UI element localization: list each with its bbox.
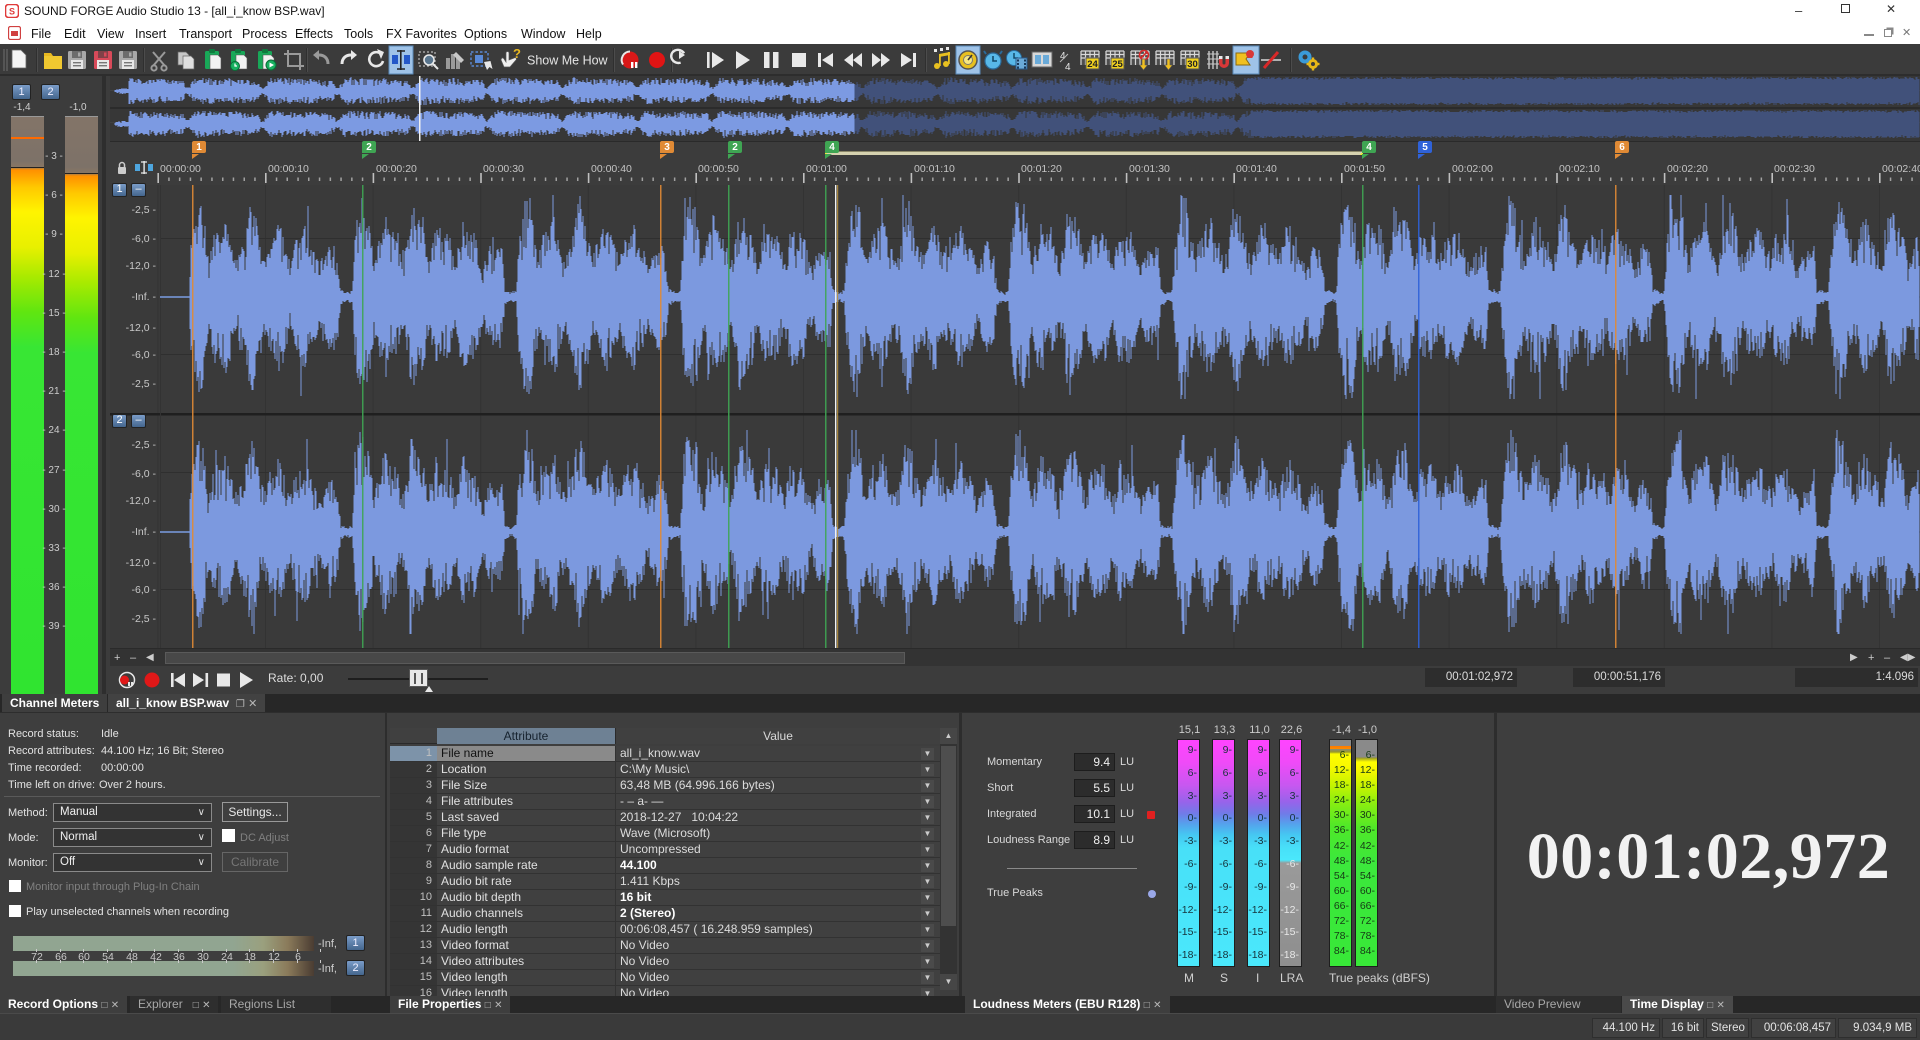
svg-text:S: S [9, 7, 15, 17]
svg-text:Show Me How: Show Me How [527, 54, 609, 68]
svg-text:25: 25 [1112, 59, 1123, 70]
svg-text:4: 4 [1065, 62, 1071, 73]
svg-text:30: 30 [1187, 59, 1198, 70]
svg-text:?: ? [513, 46, 521, 61]
svg-text:24: 24 [1087, 59, 1098, 70]
